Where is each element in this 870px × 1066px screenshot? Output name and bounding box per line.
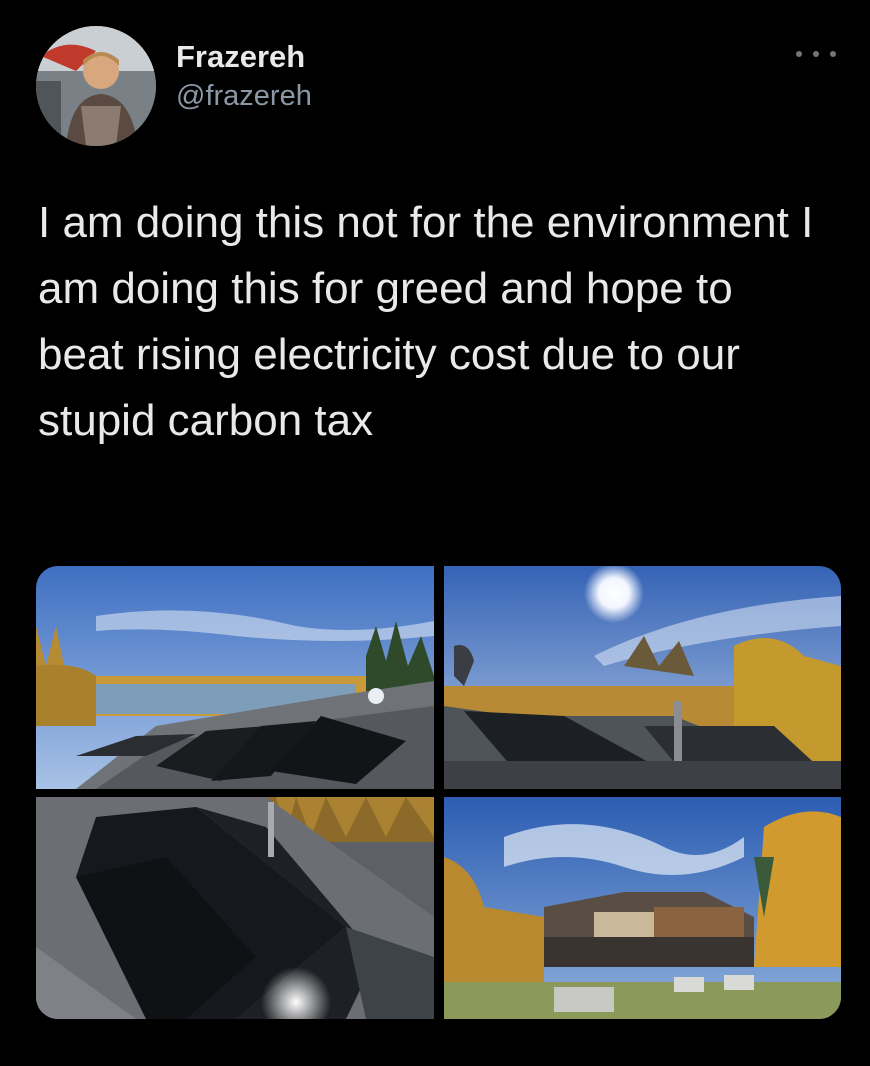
media-grid (36, 566, 841, 1019)
dot (796, 51, 802, 57)
more-options-icon[interactable] (796, 44, 836, 64)
display-name[interactable]: Frazereh (176, 38, 312, 76)
media-photo-3[interactable] (36, 797, 434, 1019)
dot (813, 51, 819, 57)
dot (830, 51, 836, 57)
tweet-header: Frazereh @frazereh (36, 26, 836, 146)
user-names: Frazereh @frazereh (176, 38, 312, 114)
media-photo-4[interactable] (444, 797, 841, 1019)
media-photo-1[interactable] (36, 566, 434, 789)
photo-panels-closeup (36, 797, 434, 1019)
media-photo-2[interactable] (444, 566, 841, 789)
tweet-text: I am doing this not for the environment … (38, 198, 814, 445)
photo-roof-lake (36, 566, 434, 789)
photo-roof-sun (444, 566, 841, 789)
avatar-image (36, 26, 156, 146)
user-handle[interactable]: @frazereh (176, 78, 312, 114)
user-avatar[interactable] (36, 26, 156, 146)
photo-house-exterior (444, 797, 841, 1019)
